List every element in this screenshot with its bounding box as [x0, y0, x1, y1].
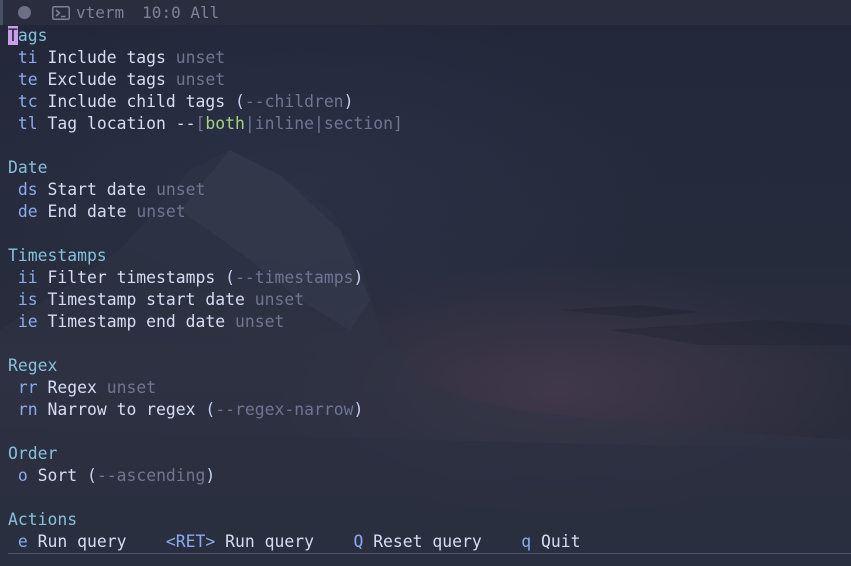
item-value: unset: [156, 180, 206, 199]
section-heading-regex: Regex: [8, 356, 58, 375]
action-quit[interactable]: q Quit: [521, 532, 580, 551]
section-heading-date: Date: [8, 158, 48, 177]
item-key[interactable]: ti: [18, 48, 38, 67]
transient-menu: Tags ti Include tags unset te Exclude ta…: [8, 25, 851, 553]
item-key[interactable]: rn: [18, 400, 38, 419]
action-run-query-ret[interactable]: <RET> Run query: [166, 532, 314, 551]
cursor-position: 10:0: [142, 2, 181, 22]
item-value: unset: [254, 290, 305, 309]
window-edge: [0, 0, 3, 25]
item-label: Exclude tags: [47, 70, 166, 89]
item-label: Regex: [47, 378, 97, 397]
menu-item-include-child-tags[interactable]: tc Include child tags (--children): [8, 91, 851, 113]
action-reset-query[interactable]: Q Reset query: [353, 532, 481, 551]
menu-item-end-date[interactable]: de End date unset: [8, 201, 851, 223]
item-label: Timestamp start date: [47, 290, 245, 309]
buffer-name: vterm: [76, 2, 125, 22]
menu-item-include-tags[interactable]: ti Include tags unset: [8, 47, 851, 69]
item-switch: --ascending: [96, 466, 206, 485]
item-key[interactable]: tl: [18, 114, 38, 133]
item-label: Narrow to regex: [47, 400, 196, 419]
menu-item-narrow-to-regex[interactable]: rn Narrow to regex (--regex-narrow): [8, 399, 851, 421]
item-value: unset: [136, 202, 186, 221]
item-key[interactable]: Q: [353, 532, 363, 551]
item-label: Run query: [225, 532, 314, 551]
item-key[interactable]: q: [521, 532, 531, 551]
actions-row: e Run query <RET> Run query Q Reset quer…: [8, 531, 851, 553]
choice-section: section: [323, 114, 393, 133]
item-label: Sort: [37, 466, 78, 485]
menu-item-filter-timestamps[interactable]: ii Filter timestamps (--timestamps): [8, 267, 851, 289]
item-key[interactable]: de: [18, 202, 38, 221]
terminal-icon: [52, 5, 70, 20]
item-label: End date: [47, 202, 127, 221]
action-run-query[interactable]: e Run query: [18, 532, 127, 551]
section-heading-tags: Tags: [8, 26, 48, 45]
choice-both: both: [205, 114, 245, 133]
item-value: unset: [106, 378, 157, 397]
item-label: Run query: [37, 532, 127, 551]
item-key[interactable]: te: [18, 70, 38, 89]
menu-item-sort[interactable]: o Sort (--ascending): [8, 465, 851, 487]
item-switch: --timestamps: [235, 268, 354, 287]
menu-item-regex[interactable]: rr Regex unset: [8, 377, 851, 399]
item-key[interactable]: tc: [18, 92, 38, 111]
buffer-state-dot-icon: [18, 6, 31, 19]
item-label: Filter timestamps: [47, 268, 216, 287]
item-value: unset: [235, 312, 285, 331]
menu-item-exclude-tags[interactable]: te Exclude tags unset: [8, 69, 851, 91]
item-key[interactable]: e: [18, 532, 28, 551]
menu-item-timestamp-end-date[interactable]: ie Timestamp end date unset: [8, 311, 851, 333]
section-heading-order: Order: [8, 444, 58, 463]
choice-inline: inline: [254, 114, 314, 133]
item-key[interactable]: ie: [18, 312, 38, 331]
section-heading-actions: Actions: [8, 510, 78, 529]
menu-item-timestamp-start-date[interactable]: is Timestamp start date unset: [8, 289, 851, 311]
text-cursor: T: [8, 26, 18, 45]
item-switch: --regex-narrow: [215, 400, 354, 419]
item-label: Include tags: [47, 48, 166, 67]
item-value: unset: [175, 48, 226, 67]
section-heading-timestamps: Timestamps: [8, 246, 107, 265]
menu-item-tag-location[interactable]: tl Tag location --[both|inline|section]: [8, 113, 851, 135]
item-key[interactable]: is: [18, 290, 38, 309]
item-label: Start date: [47, 180, 147, 199]
item-key[interactable]: <RET>: [166, 532, 215, 551]
item-value: unset: [175, 70, 226, 89]
window-divider: [8, 553, 851, 554]
menu-item-start-date[interactable]: ds Start date unset: [8, 179, 851, 201]
item-switch: --children: [244, 92, 344, 111]
mode-line: vterm 10:0 All: [0, 0, 851, 25]
item-key[interactable]: o: [18, 466, 28, 485]
item-label: Tag location: [47, 114, 166, 133]
item-label: Reset query: [373, 532, 482, 551]
item-key[interactable]: rr: [18, 378, 38, 397]
item-label: Quit: [540, 532, 581, 551]
item-label: Timestamp end date: [47, 312, 226, 331]
scroll-indicator: All: [190, 2, 220, 22]
item-key[interactable]: ds: [18, 180, 38, 199]
item-key[interactable]: ii: [18, 268, 38, 287]
item-label: Include child tags: [47, 92, 226, 111]
